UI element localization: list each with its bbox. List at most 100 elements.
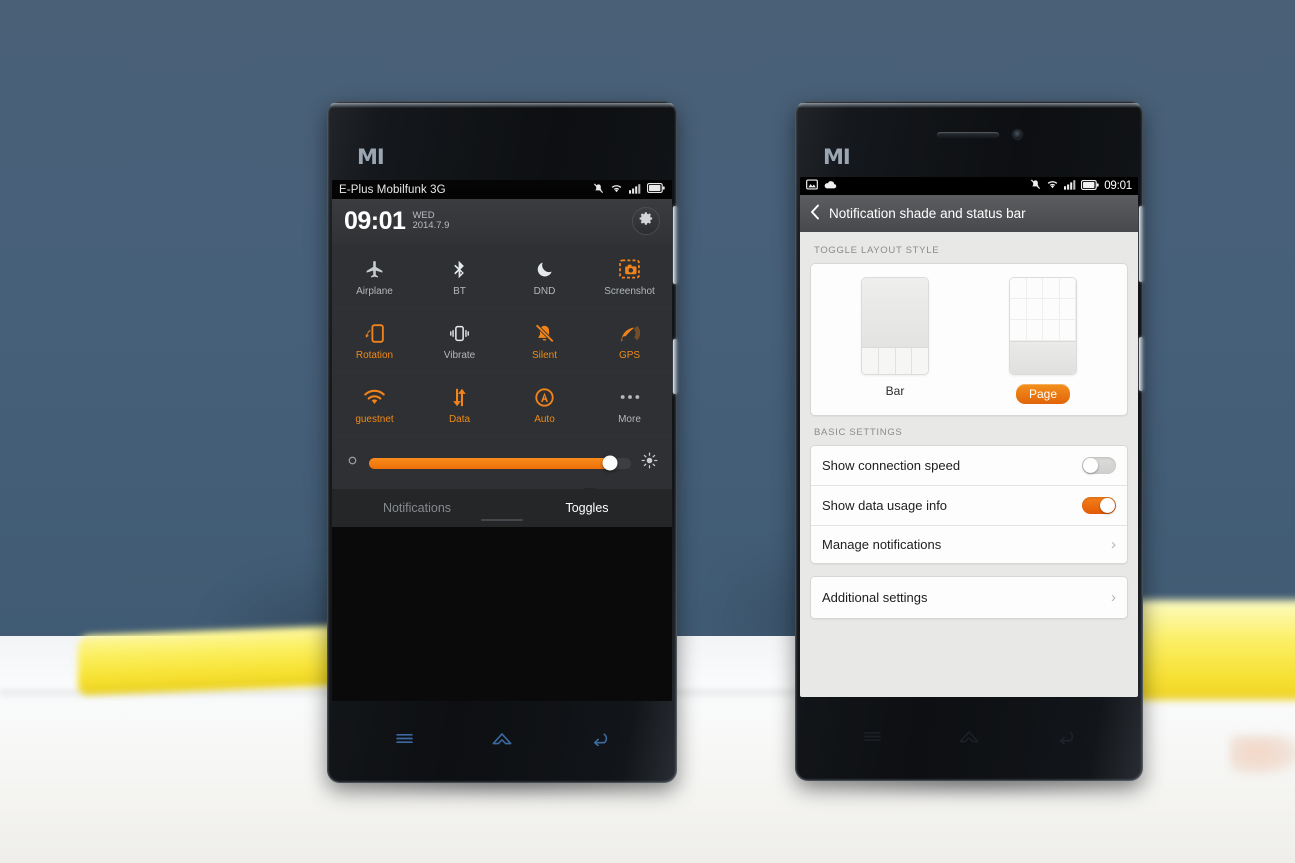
- earpiece-speaker: [937, 132, 999, 138]
- toggle-screenshot[interactable]: Screenshot: [587, 245, 672, 308]
- left-phone: MI E-Plus Mobilfunk 3G 09:01 WED 2014.7.…: [327, 101, 677, 783]
- row-label: Additional settings: [822, 590, 928, 605]
- toggle-label: guestnet: [355, 414, 394, 425]
- toggle-silent[interactable]: Silent: [502, 309, 587, 372]
- settings-shortcut-button[interactable]: [632, 207, 660, 235]
- back-icon[interactable]: [590, 731, 609, 746]
- status-clock: 09:01: [1104, 180, 1132, 192]
- toggle-label: Auto: [534, 414, 555, 425]
- action-bar: Notification shade and status bar: [800, 195, 1138, 232]
- front-camera: [1013, 130, 1022, 139]
- toggle-label: Screenshot: [604, 286, 655, 297]
- gps-icon: [619, 322, 640, 344]
- toggle-layout-card: Bar Page: [810, 263, 1128, 416]
- power-button[interactable]: [673, 339, 677, 394]
- menu-icon[interactable]: [863, 730, 882, 743]
- left-phone-screen: E-Plus Mobilfunk 3G 09:01 WED 2014.7.9 A…: [332, 180, 672, 701]
- bar-preview-body: [862, 278, 928, 347]
- toggle-label: Silent: [531, 350, 557, 361]
- bluetooth-icon: [450, 258, 469, 280]
- clock-day-of-week: WED: [412, 209, 435, 221]
- brightness-slider-knob[interactable]: [602, 455, 618, 471]
- active-tab-caret: [583, 488, 596, 493]
- page-layout-preview: [1009, 277, 1077, 375]
- home-icon[interactable]: [491, 731, 513, 746]
- toggle-label: More: [618, 414, 641, 425]
- tab-toggles[interactable]: Toggles: [502, 489, 672, 527]
- mi-logo: MI: [823, 145, 851, 169]
- signal-icon: [1064, 179, 1076, 193]
- toggle-label: Vibrate: [443, 350, 476, 361]
- volume-button[interactable]: [673, 206, 677, 284]
- wifi-icon: [363, 386, 386, 408]
- chevron-right-icon: ›: [1111, 536, 1116, 553]
- back-icon[interactable]: [1056, 729, 1075, 744]
- toggles-grid: Airplane BT DND Screenshot Rotation Vibr…: [332, 245, 672, 489]
- toggle-vibrate[interactable]: Vibrate: [417, 309, 502, 372]
- brightness-low-icon: [346, 454, 359, 472]
- power-button[interactable]: [1139, 337, 1143, 391]
- switch-show-data-usage-info[interactable]: [1082, 497, 1116, 514]
- section-label-toggle-layout: TOGGLE LAYOUT STYLE: [814, 245, 940, 256]
- toggle-airplane[interactable]: Airplane: [332, 245, 417, 308]
- notification-shade-panel: 09:01 WED 2014.7.9 Airplane BT DND Scree…: [332, 199, 672, 489]
- yellow-prop-left: [78, 624, 368, 696]
- nav-key-bar: [357, 727, 647, 749]
- toggle-wifi[interactable]: guestnet: [332, 373, 417, 436]
- layout-option-label: Bar: [885, 384, 905, 398]
- mi-logo: MI: [357, 145, 385, 169]
- row-additional-settings[interactable]: Additional settings ›: [811, 577, 1127, 618]
- shade-tab-bar: Notifications Toggles: [332, 488, 672, 527]
- status-icons: [593, 183, 665, 197]
- status-icons-right: 09:01: [1030, 179, 1132, 193]
- switch-knob: [1083, 458, 1098, 473]
- toggle-label: Data: [448, 414, 471, 425]
- bar-preview-toggle-row: [862, 347, 928, 374]
- toggle-data[interactable]: Data: [417, 373, 502, 436]
- volume-button[interactable]: [1139, 206, 1143, 282]
- back-chevron-icon[interactable]: [810, 204, 820, 223]
- rotation-icon: [365, 322, 385, 344]
- toggle-auto-brightness[interactable]: Auto: [502, 373, 587, 436]
- toggle-more[interactable]: More: [587, 373, 672, 436]
- toggle-rotation[interactable]: Rotation: [332, 309, 417, 372]
- vibrate-icon: [449, 322, 470, 344]
- silent-icon: [1030, 179, 1041, 193]
- home-icon[interactable]: [958, 729, 980, 744]
- blurred-object-right: [1230, 735, 1295, 775]
- bar-layout-preview: [861, 277, 929, 375]
- layout-option-label-selected: Page: [1015, 384, 1071, 404]
- signal-icon: [629, 183, 641, 197]
- toggle-row: Rotation Vibrate Silent GPS: [332, 309, 672, 373]
- settings-content: TOGGLE LAYOUT STYLE Bar Page BASIC SETTI…: [800, 232, 1138, 697]
- row-show-connection-speed[interactable]: Show connection speed: [811, 446, 1127, 486]
- brightness-high-icon: [641, 452, 658, 474]
- status-bar: E-Plus Mobilfunk 3G: [332, 180, 672, 199]
- data-icon: [450, 386, 469, 408]
- menu-icon[interactable]: [395, 732, 414, 745]
- airplane-icon: [364, 258, 385, 280]
- shade-drag-handle[interactable]: [481, 519, 523, 521]
- right-phone: MI 09:01 Notification shade and status b…: [795, 101, 1143, 781]
- moon-icon: [535, 258, 555, 280]
- status-bar: 09:01: [800, 177, 1138, 195]
- toggle-dnd[interactable]: DND: [502, 245, 587, 308]
- layout-option-page[interactable]: Page: [1009, 277, 1077, 404]
- switch-show-connection-speed[interactable]: [1082, 457, 1116, 474]
- nav-key-bar: [825, 725, 1113, 747]
- screenshot-icon: [619, 258, 640, 280]
- right-phone-top-gloss: [798, 103, 1140, 108]
- toggle-bt[interactable]: BT: [417, 245, 502, 308]
- yellow-prop-right: [1120, 600, 1295, 700]
- card-spacer: [810, 564, 1128, 576]
- toggle-gps[interactable]: GPS: [587, 309, 672, 372]
- row-label: Manage notifications: [822, 537, 942, 552]
- wifi-icon: [1046, 179, 1059, 193]
- layout-option-bar[interactable]: Bar: [861, 277, 929, 404]
- brightness-slider[interactable]: [369, 455, 631, 471]
- row-manage-notifications[interactable]: Manage notifications ›: [811, 526, 1127, 563]
- tab-notifications[interactable]: Notifications: [332, 489, 502, 527]
- screenshot-saved-icon: [806, 179, 818, 193]
- row-show-data-usage-info[interactable]: Show data usage info: [811, 486, 1127, 526]
- settings-screen: 09:01 Notification shade and status bar …: [800, 177, 1138, 697]
